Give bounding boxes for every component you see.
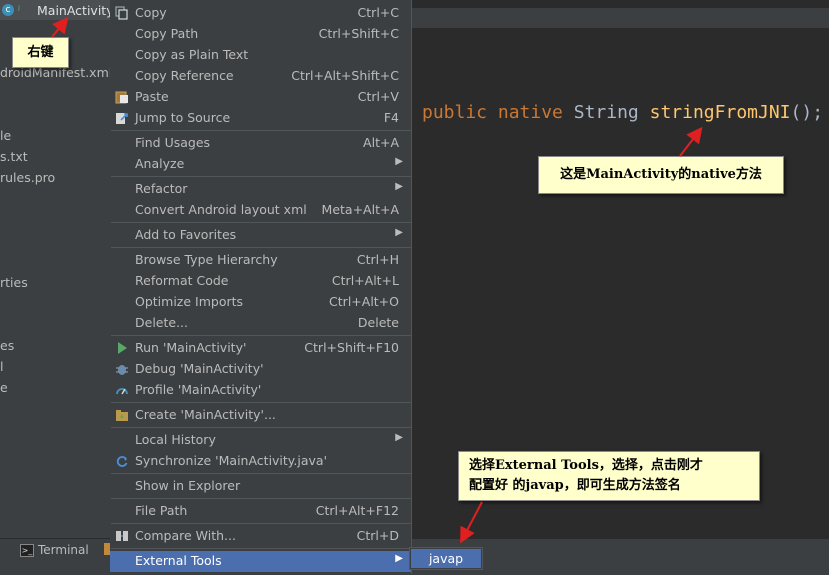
arrow-to-tree-item (51, 16, 69, 38)
arrow-to-native-method (679, 126, 703, 157)
annotation-arrows (51, 16, 703, 544)
arrow-to-javap (460, 501, 483, 544)
